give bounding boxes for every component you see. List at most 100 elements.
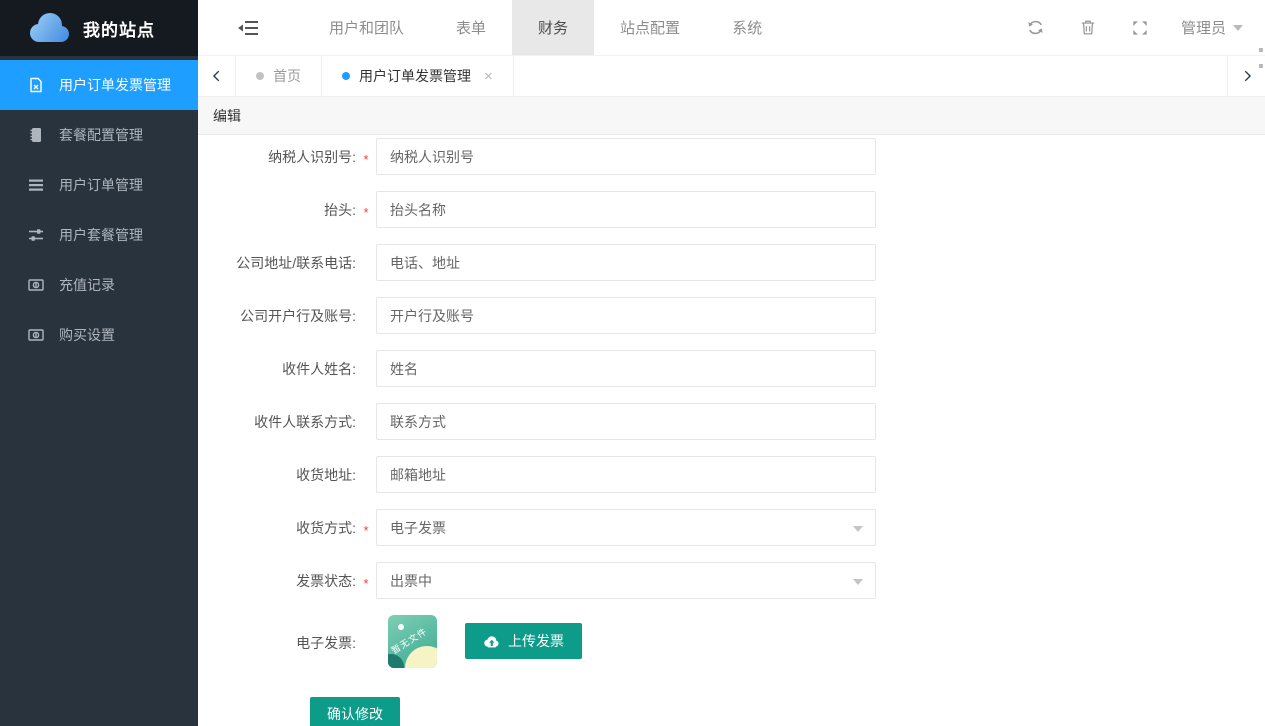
sidebar-item-user-packages[interactable]: 用户套餐管理 — [0, 210, 198, 260]
form-row-5: 收件人联系方式: — [198, 403, 1265, 440]
required-asterisk-empty — [356, 472, 376, 477]
top-nav: 用户和团队表单财务站点配置系统 — [303, 0, 788, 55]
tab-status-dot — [342, 72, 350, 80]
select-value: 出票中 — [390, 571, 432, 591]
thumb-decor-circle — [405, 646, 437, 668]
field-label: 收件人姓名: — [226, 359, 356, 379]
topnav-item-site-config[interactable]: 站点配置 — [594, 0, 706, 55]
upload-invoice-button[interactable]: 上传发票 — [465, 623, 582, 659]
sidebar-item-recharge-records[interactable]: 充值记录 — [0, 260, 198, 310]
form-row-8: 发票状态:* 出票中 — [198, 562, 1265, 599]
chevron-down-icon — [853, 526, 863, 532]
field-label: 公司开户行及账号: — [226, 306, 356, 326]
field-select-8[interactable]: 出票中 — [376, 562, 876, 599]
form-row-0: 纳税人识别号:* — [198, 138, 1265, 175]
panel-title-bar: 编辑 — [198, 97, 1265, 135]
field-label: 收货地址: — [226, 465, 356, 485]
required-asterisk: * — [356, 147, 376, 167]
required-asterisk-empty — [356, 366, 376, 371]
sidebar-item-label: 充值记录 — [59, 275, 115, 295]
sidebar-item-label: 套餐配置管理 — [59, 125, 143, 145]
scrollbar-artifact — [1259, 48, 1264, 68]
tab-list: 首页 用户订单发票管理 × — [236, 56, 514, 96]
field-select-7[interactable]: 电子发票 — [376, 509, 876, 546]
tab-strip: 首页 用户订单发票管理 × — [198, 56, 1265, 97]
upload-cloud-icon — [483, 635, 499, 648]
list-icon — [27, 177, 44, 194]
required-asterisk-empty — [356, 419, 376, 424]
header-actions: 管理员 — [993, 0, 1265, 55]
required-asterisk-empty — [356, 260, 376, 265]
tab-spacer — [514, 56, 1227, 96]
field-label: 发票状态: — [226, 571, 356, 591]
form-row-1: 抬头:* — [198, 191, 1265, 228]
required-asterisk-empty — [356, 313, 376, 318]
site-title: 我的站点 — [83, 16, 155, 41]
field-label: 纳税人识别号: — [226, 147, 356, 167]
field-input-5[interactable] — [376, 403, 876, 440]
form-row-3: 公司开户行及账号: — [198, 297, 1265, 334]
required-asterisk: * — [356, 571, 376, 591]
field-label: 收件人联系方式: — [226, 412, 356, 432]
form-row-7: 收货方式:* 电子发票 — [198, 509, 1265, 546]
panel-title: 编辑 — [213, 106, 241, 126]
topnav-item-system[interactable]: 系统 — [706, 0, 788, 55]
field-input-6[interactable] — [376, 456, 876, 493]
user-menu[interactable]: 管理员 — [1181, 17, 1243, 38]
sidebar-menu: 用户订单发票管理套餐配置管理用户订单管理用户套餐管理充值记录购买设置 — [0, 56, 198, 360]
required-asterisk: * — [356, 518, 376, 538]
sidebar: 我的站点 用户订单发票管理套餐配置管理用户订单管理用户套餐管理充值记录购买设置 — [0, 0, 198, 726]
topnav-item-users-teams[interactable]: 用户和团队 — [303, 0, 430, 55]
field-input-0[interactable] — [376, 138, 876, 175]
field-input-1[interactable] — [376, 191, 876, 228]
field-input-3[interactable] — [376, 297, 876, 334]
sidebar-item-label: 用户订单发票管理 — [59, 75, 171, 95]
sidebar-item-user-order-invoice[interactable]: 用户订单发票管理 — [0, 60, 198, 110]
logo: 我的站点 — [0, 0, 198, 56]
sidebar-item-label: 用户套餐管理 — [59, 225, 143, 245]
tab-1[interactable]: 用户订单发票管理 × — [322, 56, 514, 96]
tab-label: 用户订单发票管理 — [359, 66, 471, 86]
sidebar-item-user-orders[interactable]: 用户订单管理 — [0, 160, 198, 210]
form-row-9: 电子发票: 暂无文件 上传发票 — [198, 615, 1265, 668]
main-area: 用户和团队表单财务站点配置系统 — [198, 0, 1265, 726]
fullscreen-icon[interactable] — [1131, 19, 1149, 37]
tabs-scroll-left-icon[interactable] — [198, 56, 236, 96]
form-row-4: 收件人姓名: — [198, 350, 1265, 387]
confirm-changes-button[interactable]: 确认修改 — [310, 697, 400, 726]
edit-form: 纳税人识别号:*抬头:*公司地址/联系电话:公司开户行及账号:收件人姓名:收件人… — [198, 135, 1265, 726]
topnav-item-finance[interactable]: 财务 — [512, 0, 594, 55]
money-icon — [27, 327, 44, 344]
tab-close-icon[interactable]: × — [484, 69, 493, 84]
form-rows: 纳税人识别号:*抬头:*公司地址/联系电话:公司开户行及账号:收件人姓名:收件人… — [198, 138, 1265, 668]
sidebar-item-package-config[interactable]: 套餐配置管理 — [0, 110, 198, 160]
form-row-6: 收货地址: — [198, 456, 1265, 493]
refresh-icon[interactable] — [1027, 19, 1045, 37]
tab-status-dot — [256, 72, 264, 80]
sidebar-item-label: 购买设置 — [59, 325, 115, 345]
field-label: 电子发票: — [226, 633, 356, 653]
collapse-menu-icon[interactable] — [238, 20, 258, 36]
stack-icon — [27, 127, 44, 144]
chevron-down-icon — [853, 579, 863, 585]
invoice-preview-thumbnail[interactable]: 暂无文件 — [388, 615, 437, 668]
sidebar-item-label: 用户订单管理 — [59, 175, 143, 195]
field-label: 收货方式: — [226, 518, 356, 538]
header: 用户和团队表单财务站点配置系统 — [198, 0, 1265, 56]
field-input-2[interactable] — [376, 244, 876, 281]
chevron-down-icon — [1233, 25, 1243, 31]
field-label: 公司地址/联系电话: — [226, 253, 356, 273]
sliders-icon — [27, 227, 44, 244]
field-input-4[interactable] — [376, 350, 876, 387]
upload-button-label: 上传发票 — [508, 631, 564, 651]
user-menu-label: 管理员 — [1181, 17, 1226, 38]
required-asterisk-empty — [356, 615, 376, 620]
field-label: 抬头: — [226, 200, 356, 220]
money-icon — [27, 277, 44, 294]
tab-0[interactable]: 首页 — [236, 56, 322, 96]
trash-icon[interactable] — [1079, 19, 1097, 37]
select-value: 电子发票 — [390, 518, 446, 538]
topnav-item-forms[interactable]: 表单 — [430, 0, 512, 55]
sidebar-item-purchase-settings[interactable]: 购买设置 — [0, 310, 198, 360]
required-asterisk: * — [356, 200, 376, 220]
